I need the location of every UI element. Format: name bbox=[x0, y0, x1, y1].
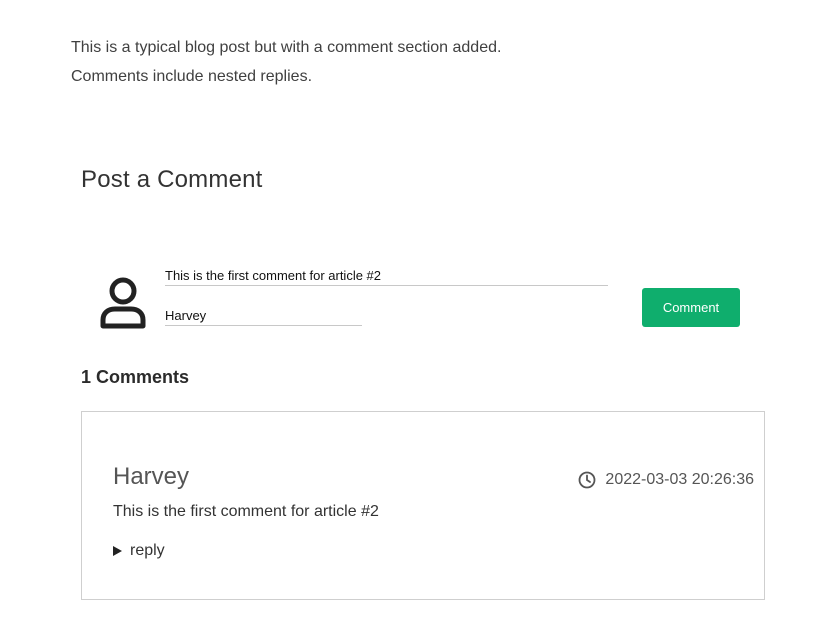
comments-count: 1 Comments bbox=[81, 367, 189, 388]
reply-label: reply bbox=[130, 542, 165, 559]
comment-timestamp: 2022-03-03 20:26:36 bbox=[578, 471, 754, 489]
comment-card: Harvey 2022-03-03 20:26:36 This is the f… bbox=[81, 411, 765, 600]
comments-count-label: Comments bbox=[96, 367, 190, 387]
reply-toggle[interactable]: reply bbox=[113, 542, 165, 560]
post-comment-heading: Post a Comment bbox=[81, 166, 263, 193]
comment-timestamp-text: 2022-03-03 20:26:36 bbox=[605, 471, 754, 488]
article-body: This is a typical blog post but with a c… bbox=[71, 33, 501, 91]
submit-comment-button[interactable]: Comment bbox=[642, 288, 740, 327]
author-name-input[interactable] bbox=[165, 306, 362, 326]
expand-triangle-icon bbox=[113, 546, 122, 556]
article-paragraph: This is a typical blog post but with a c… bbox=[71, 39, 502, 56]
user-icon bbox=[100, 277, 146, 329]
clock-icon bbox=[579, 471, 596, 489]
comments-count-number: 1 bbox=[81, 367, 92, 387]
comment-author: Harvey bbox=[113, 463, 190, 490]
comment-text-input[interactable] bbox=[165, 266, 608, 286]
article-paragraph: Comments include nested replies. bbox=[71, 68, 313, 85]
page: This is a typical blog post but with a c… bbox=[0, 0, 828, 629]
comment-text: This is the first comment for article #2 bbox=[113, 503, 379, 520]
comment-form: Comment bbox=[99, 262, 759, 342]
